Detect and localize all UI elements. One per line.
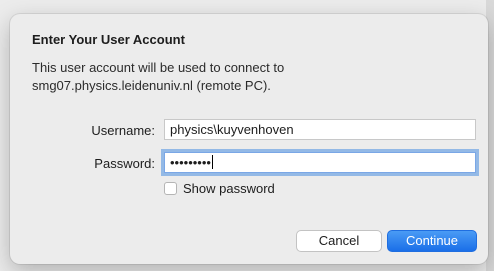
text-caret: [211, 155, 213, 169]
dialog-description: This user account will be used to connec…: [32, 59, 432, 95]
continue-button[interactable]: Continue: [387, 230, 477, 252]
user-account-dialog: Enter Your User Account This user accoun…: [10, 14, 488, 264]
description-line-2: smg07.physics.leidenuniv.nl (remote PC).: [32, 78, 271, 93]
password-label: Password:: [94, 156, 155, 171]
username-label: Username:: [91, 123, 155, 138]
show-password-label: Show password: [183, 181, 275, 196]
show-password-checkbox[interactable]: [164, 182, 177, 195]
dialog-title: Enter Your User Account: [32, 32, 185, 47]
username-field[interactable]: physics\kuyvenhoven: [164, 119, 476, 140]
password-field[interactable]: •••••••••: [164, 152, 476, 173]
password-masked-value: •••••••••: [170, 155, 211, 170]
screen: Enter Your User Account This user accoun…: [0, 0, 494, 271]
description-line-1: This user account will be used to connec…: [32, 60, 285, 75]
show-password-row[interactable]: Show password: [164, 181, 275, 196]
username-value: physics\kuyvenhoven: [170, 122, 294, 137]
cancel-button[interactable]: Cancel: [296, 230, 382, 252]
